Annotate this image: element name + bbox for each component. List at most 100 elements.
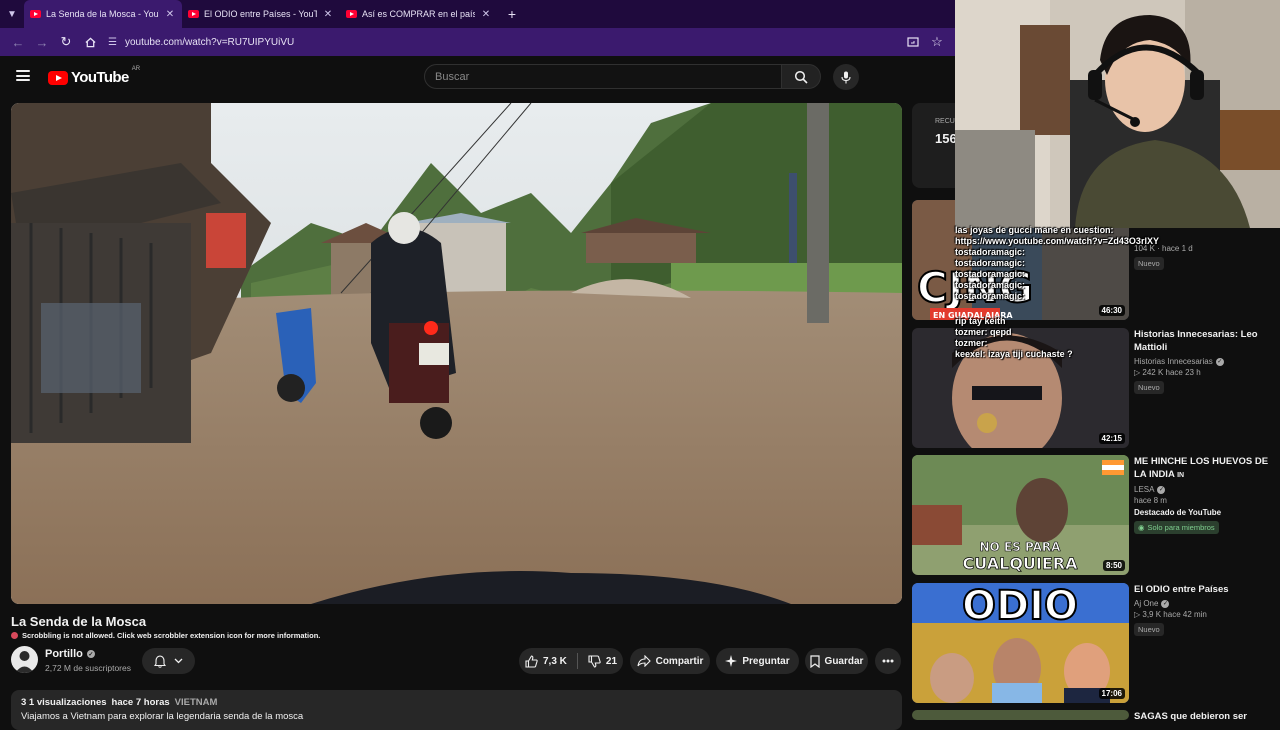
share-button[interactable]: Compartir	[630, 648, 710, 674]
close-tab-icon[interactable]: ✕	[164, 9, 176, 20]
chat-user: tostadoramagic:	[955, 269, 1026, 279]
upload-age: hace 23 h	[1165, 368, 1201, 377]
like-dislike-group: 7,3 K 21	[519, 648, 623, 674]
chat-message: tostadoramagic:	[955, 258, 1200, 269]
channel-name-text: LESA	[1134, 485, 1155, 494]
video-player[interactable]	[11, 103, 902, 604]
chat-message: https://www.youtube.com/watch?v=Zd43O3rl…	[955, 236, 1200, 247]
new-tab-button[interactable]: +	[502, 6, 522, 22]
upload-age: hace 8 m	[1134, 496, 1167, 505]
video-thumbnail[interactable]	[912, 710, 1129, 720]
save-button[interactable]: Guardar	[805, 648, 868, 674]
youtube-favicon-icon	[188, 10, 199, 18]
search-button[interactable]	[781, 64, 821, 89]
video-title: La Senda de la Mosca	[11, 614, 147, 629]
video-title: SAGAS que debieron ser	[1134, 711, 1247, 722]
view-count: 242 K	[1142, 368, 1164, 377]
recording-value: 156	[935, 131, 957, 146]
chat-user: tozmer:	[955, 338, 988, 348]
verified-icon: ✓	[1161, 599, 1170, 608]
tab-search-icon[interactable]: ▼	[0, 0, 24, 28]
video-info: ME HINCHE LOS HUEVOS DE LA INDIA IN LESA…	[1134, 455, 1280, 535]
video-duration: 42:15	[1098, 433, 1125, 444]
video-duration: 17:06	[1098, 688, 1125, 699]
verified-icon: ✓	[1215, 357, 1224, 366]
video-title: ME HINCHE LOS HUEVOS DE LA INDIA IN	[1134, 456, 1269, 480]
chevron-down-icon	[174, 658, 183, 664]
address-bar: ← → ↻ ☰ youtube.com/watch?v=RU7UIPYUiVU …	[0, 28, 955, 56]
chat-message: tostadoramagic:	[955, 247, 1200, 258]
upload-age: hace 42 min	[1163, 610, 1207, 619]
cast-icon[interactable]	[901, 30, 925, 54]
recommendation-card[interactable]: ODIO 17:06 El ODIO entre Países Aj One ✓ …	[912, 583, 1280, 703]
view-count: 3 1 visualizaciones	[21, 697, 107, 708]
description-box[interactable]: 3 1 visualizaciones hace 7 horas VIETNAM…	[11, 690, 902, 730]
bookmark-star-icon[interactable]: ☆	[925, 30, 949, 54]
reload-icon[interactable]: ↻	[54, 30, 78, 54]
bookmark-icon	[809, 654, 820, 668]
close-tab-icon[interactable]: ✕	[480, 9, 492, 20]
tab-la-senda[interactable]: La Senda de la Mosca - YouTube ✕	[24, 0, 182, 28]
notifications-button[interactable]	[142, 648, 195, 674]
dislike-count[interactable]: 21	[606, 656, 617, 667]
video-stats: ▷ 3,9 K hace 42 min	[1134, 610, 1207, 619]
chat-message: tostadoramagic:	[955, 269, 1200, 280]
recording-label: RECU	[935, 118, 955, 125]
channel-name: Aj One ✓	[1134, 599, 1280, 608]
description-text: Viajamos a Vietnam para explorar la lege…	[21, 711, 304, 722]
channel-name-text: Aj One	[1134, 599, 1159, 608]
verified-icon: ✓	[86, 650, 95, 658]
video-thumbnail[interactable]: NO ES PARA CUALQUIERA 8:50	[912, 455, 1129, 575]
chat-message: tostadoramagic:	[955, 280, 1200, 291]
verified-icon: ✓	[1157, 485, 1166, 494]
url-field[interactable]: ☰ youtube.com/watch?v=RU7UIPYUiVU	[108, 37, 901, 48]
video-stats: ▷ 242 K hace 23 h	[1134, 368, 1201, 377]
home-icon[interactable]	[78, 30, 102, 54]
video-thumbnail[interactable]: ODIO 17:06	[912, 583, 1129, 703]
back-icon[interactable]: ←	[6, 30, 30, 54]
tab-title: La Senda de la Mosca - YouTube	[46, 9, 159, 19]
featured-label: Destacado de YouTube	[1134, 508, 1222, 517]
members-only-badge: ◉ Solo para miembros	[1134, 521, 1219, 534]
chat-message: tozmer: qepd	[955, 327, 1200, 338]
like-count[interactable]: 7,3 K	[543, 656, 567, 667]
search-input[interactable]: Buscar	[424, 64, 782, 89]
voice-search-button[interactable]	[833, 64, 859, 90]
save-label: Guardar	[824, 655, 864, 667]
new-badge: Nuevo	[1134, 623, 1164, 636]
channel-name[interactable]: Portillo ✓	[45, 648, 95, 660]
recommendation-card[interactable]: NO ES PARA CUALQUIERA 8:50 ME HINCHE LOS …	[912, 455, 1280, 575]
channel-avatar[interactable]	[11, 646, 38, 673]
thumbnail-text: NO ES PARA	[980, 540, 1062, 554]
chat-user: tostadoramagic:	[955, 291, 1026, 301]
youtube-play-icon	[48, 70, 68, 85]
chat-text: qepd	[990, 327, 1012, 337]
subscriber-count: 2,72 M de suscriptores	[45, 663, 131, 673]
like-icon[interactable]	[525, 654, 538, 668]
thumbnail-subtext: CUALQUIERA	[963, 554, 1079, 573]
more-actions-button[interactable]	[875, 648, 901, 674]
close-tab-icon[interactable]: ✕	[322, 9, 334, 20]
dislike-icon[interactable]	[588, 654, 601, 668]
tab-comprar[interactable]: Así es COMPRAR en el país MÁS ✕	[340, 0, 498, 28]
chat-message: las joyas de gucci mane en cuestion:	[955, 225, 1200, 236]
forward-icon[interactable]: →	[30, 30, 54, 54]
recommendation-card[interactable]: SAGAS que debieron ser	[912, 710, 1280, 723]
tab-odio[interactable]: El ODIO entre Países - YouTube ✕	[182, 0, 340, 28]
more-horizontal-icon	[882, 659, 894, 663]
search-icon	[794, 70, 808, 84]
menu-icon[interactable]	[16, 70, 30, 81]
tab-title: Así es COMPRAR en el país MÁS	[362, 9, 475, 19]
thumbnail-text: ODIO	[962, 583, 1078, 629]
hashtag-link[interactable]: VIETNAM	[175, 697, 218, 708]
youtube-logo[interactable]: YouTube AR	[48, 66, 141, 86]
site-settings-icon[interactable]: ☰	[108, 37, 117, 48]
chat-user: tozmer:	[955, 327, 988, 337]
ask-button[interactable]: Preguntar	[716, 648, 799, 674]
bell-icon	[154, 654, 166, 668]
video-info: SAGAS que debieron ser	[1134, 710, 1280, 723]
logo-text: YouTube	[71, 69, 129, 86]
country-code: AR	[131, 66, 141, 72]
description-meta: 3 1 visualizaciones hace 7 horas VIETNAM	[21, 697, 892, 708]
posted-time: hace 7 horas	[111, 697, 170, 708]
